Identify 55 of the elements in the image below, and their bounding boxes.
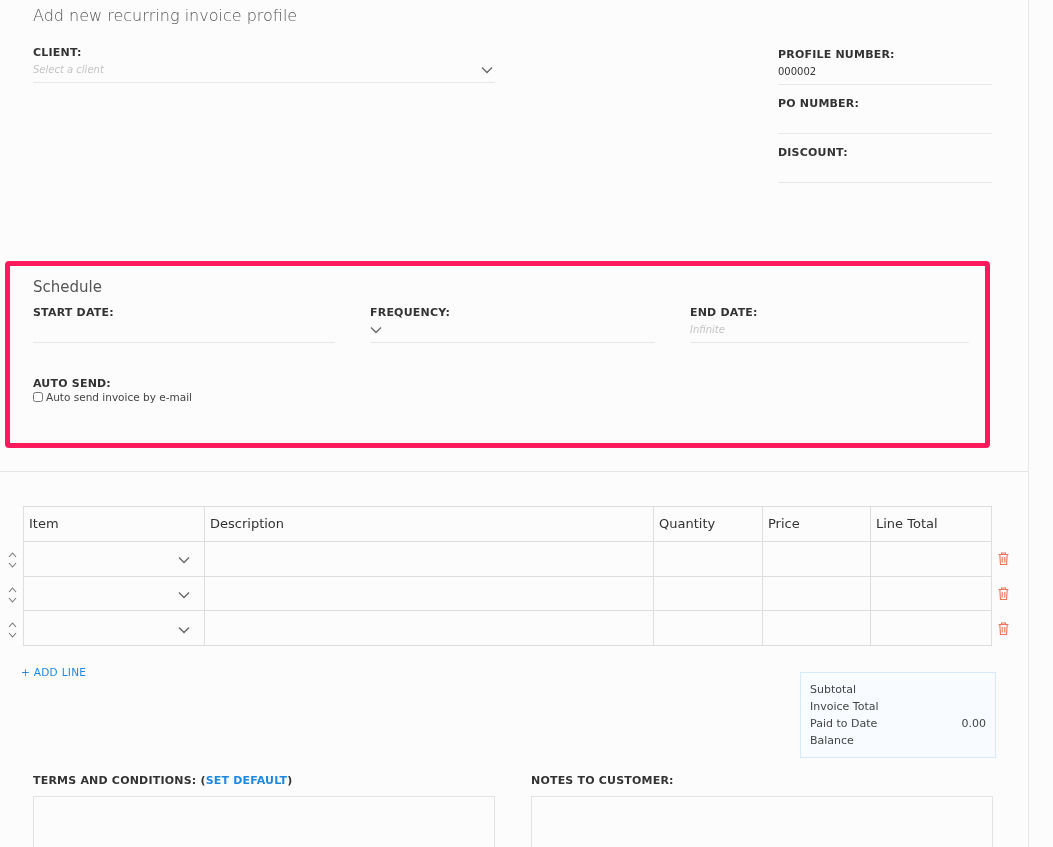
chevron-down-icon xyxy=(178,625,190,634)
column-header: Quantity xyxy=(653,506,763,542)
reorder-arrows-icon[interactable] xyxy=(8,619,17,640)
table-cell[interactable] xyxy=(870,541,992,576)
chevron-down-icon xyxy=(178,556,190,565)
checkbox[interactable] xyxy=(33,392,43,402)
chevron-down-icon xyxy=(178,590,190,599)
field-label: PO NUMBER: xyxy=(778,97,861,110)
column-header: Item xyxy=(23,506,205,542)
total-label: Balance xyxy=(810,733,854,749)
checkbox-label: Auto send invoice by e-mail xyxy=(46,391,192,403)
item-select[interactable] xyxy=(23,576,205,611)
field-label: CLIENT: xyxy=(33,46,83,59)
input-field[interactable]: 000002 xyxy=(778,61,992,85)
table-cell[interactable] xyxy=(762,576,871,611)
column-header: Price xyxy=(762,506,871,542)
total-label: Paid to Date xyxy=(810,716,878,732)
table-cell[interactable] xyxy=(204,576,654,611)
reorder-arrows-icon[interactable] xyxy=(8,584,17,605)
section-title: Schedule xyxy=(33,278,103,296)
field-label: NOTES TO CUSTOMER: xyxy=(531,774,675,787)
table-cell[interactable] xyxy=(762,610,871,646)
chevron-down-icon xyxy=(370,325,382,334)
field-label: FREQUENCY: xyxy=(370,306,451,319)
table-cell[interactable] xyxy=(204,541,654,576)
notes-textarea[interactable] xyxy=(531,796,993,847)
chevron-down-icon xyxy=(481,65,493,74)
table-cell[interactable] xyxy=(653,610,763,646)
table-cell[interactable] xyxy=(653,576,763,611)
total-value: 0.00 xyxy=(961,716,986,732)
reorder-arrows-icon[interactable] xyxy=(8,549,17,570)
add-line-link[interactable]: + ADD LINE xyxy=(21,666,87,678)
table-cell[interactable] xyxy=(762,541,871,576)
field-label: START DATE: xyxy=(33,306,115,319)
column-header: Line Total xyxy=(870,506,992,542)
item-select[interactable] xyxy=(23,610,205,646)
trash-icon[interactable] xyxy=(998,622,1009,635)
table-cell[interactable] xyxy=(870,610,992,646)
column-header: Description xyxy=(204,506,654,542)
total-label: Subtotal xyxy=(810,682,857,698)
trash-icon[interactable] xyxy=(998,587,1009,600)
field-label: END DATE: xyxy=(690,306,759,319)
item-select[interactable] xyxy=(23,541,205,576)
trash-icon[interactable] xyxy=(998,552,1009,565)
set-default-link[interactable]: SET DEFAULT xyxy=(205,774,288,787)
table-cell[interactable] xyxy=(653,541,763,576)
field-label: PROFILE NUMBER: xyxy=(778,48,896,61)
page-title: Add new recurring invoice profile xyxy=(33,6,299,25)
field-label: TERMS AND CONDITIONS: (SET DEFAULT) xyxy=(33,774,294,787)
table-cell[interactable] xyxy=(204,610,654,646)
terms-textarea[interactable] xyxy=(33,796,495,847)
total-label: Invoice Total xyxy=(810,699,879,715)
field-label: AUTO SEND: xyxy=(33,377,112,390)
table-cell[interactable] xyxy=(870,576,992,611)
field-label: DISCOUNT: xyxy=(778,146,849,159)
